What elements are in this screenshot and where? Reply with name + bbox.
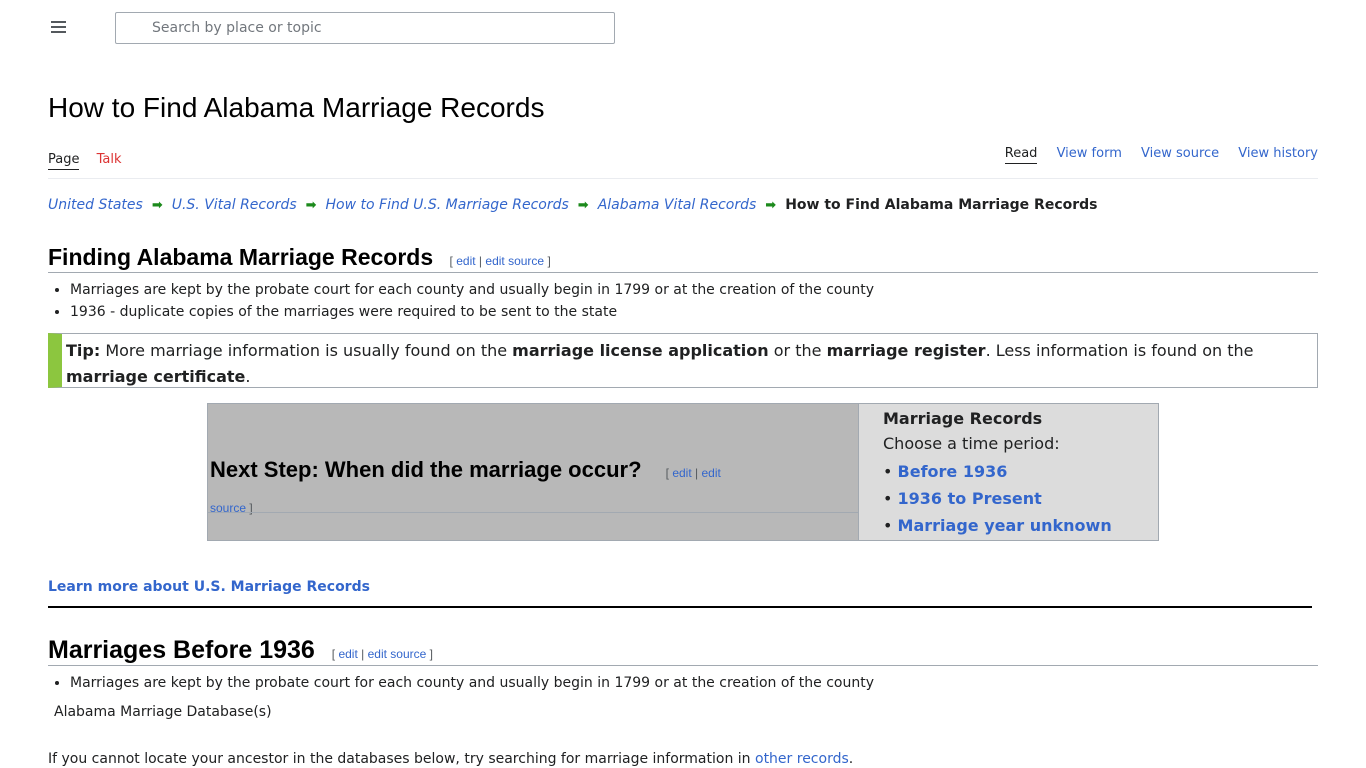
section-heading-before-1936: Marriages Before 1936 [ edit | edit sour… [48, 636, 433, 665]
intro-paragraph: If you cannot locate your ancestor in th… [48, 751, 853, 767]
breadcrumb-current: How to Find Alabama Marriage Records [785, 197, 1098, 213]
edit-source-link[interactable]: edit [702, 466, 721, 480]
next-step-left: Next Step: When did the marriage occur? … [208, 404, 858, 540]
hamburger-menu-icon[interactable] [50, 18, 70, 38]
edit-link[interactable]: edit [338, 647, 357, 661]
section-divider [48, 272, 1318, 273]
tip-box: Tip: More marriage information is usuall… [48, 333, 1318, 388]
tabs-divider [48, 178, 1318, 179]
arrow-right-icon: ➡ [765, 198, 777, 213]
tab-view-source[interactable]: View source [1141, 146, 1219, 161]
separator: | [478, 254, 483, 268]
breadcrumb-link[interactable]: United States [48, 197, 143, 213]
section-heading-finding: Finding Alabama Marriage Records [ edit … [48, 244, 551, 271]
tip-bold: marriage certificate [66, 367, 246, 386]
search-input[interactable] [115, 12, 615, 44]
edit-section-links: [ edit | edit source ] [332, 647, 433, 661]
list-item: Marriages are kept by the probate court … [70, 675, 874, 691]
section-heading-text: Finding Alabama Marriage Records [48, 244, 434, 270]
list-item: Marriages are kept by the probate court … [70, 282, 874, 298]
panel-title: Marriage Records [883, 409, 1043, 428]
separator: | [361, 647, 365, 661]
breadcrumb-link[interactable]: How to Find U.S. Marriage Records [326, 197, 569, 213]
namespace-tabs: Page Talk [48, 152, 135, 170]
paragraph-text: . [848, 751, 854, 767]
bracket: ] [429, 647, 434, 661]
breadcrumb-link[interactable]: U.S. Vital Records [172, 197, 297, 213]
time-period-option: • 1936 to Present [883, 489, 1042, 508]
section-heading-text: Marriages Before 1936 [48, 636, 315, 664]
next-step-heading: Next Step: When did the marriage occur? … [210, 454, 850, 524]
edit-source-link[interactable]: edit source [368, 647, 427, 661]
breadcrumb-link[interactable]: Alabama Vital Records [598, 197, 757, 213]
edit-link[interactable]: edit [672, 466, 691, 480]
top-bar [0, 0, 1366, 56]
tip-text: More marriage information is usually fou… [100, 341, 513, 360]
next-step-heading-text: Next Step: When did the marriage occur? [210, 457, 642, 482]
section1-bullet-list: Marriages are kept by the probate court … [48, 282, 874, 326]
next-step-box: Next Step: When did the marriage occur? … [207, 403, 1159, 541]
thick-divider [48, 606, 1312, 608]
arrow-right-icon: ➡ [577, 198, 589, 213]
database-label: Alabama Marriage Database(s) [54, 704, 272, 720]
section2-bullet-list: Marriages are kept by the probate court … [48, 675, 874, 697]
tab-page[interactable]: Page [48, 152, 80, 170]
page-title: How to Find Alabama Marriage Records [48, 92, 545, 123]
arrow-right-icon: ➡ [151, 198, 163, 213]
tab-talk[interactable]: Talk [97, 152, 122, 167]
bracket: ] [547, 254, 551, 268]
tip-text: or the [768, 341, 827, 360]
tip-text: . [245, 367, 251, 386]
marriage-records-panel: Marriage Records Choose a time period: •… [858, 404, 1158, 540]
tab-view-history[interactable]: View history [1238, 146, 1318, 161]
tab-read[interactable]: Read [1004, 146, 1038, 164]
tip-text: . Less information is found on the [985, 341, 1254, 360]
edit-section-links: [ edit | edit source ] [450, 254, 551, 268]
time-period-option: • Before 1936 [883, 462, 1008, 481]
tip-bold: marriage license application [512, 341, 769, 360]
time-period-option: • Marriage year unknown [883, 516, 1112, 535]
list-item: 1936 - duplicate copies of the marriages… [70, 304, 874, 320]
1936-to-present-link[interactable]: 1936 to Present [898, 489, 1042, 508]
tip-bold: marriage register [826, 341, 986, 360]
paragraph-text: If you cannot locate your ancestor in th… [48, 751, 755, 767]
bracket: [ [331, 647, 336, 661]
panel-subtitle: Choose a time period: [883, 434, 1060, 453]
tab-view-form[interactable]: View form [1057, 146, 1122, 161]
bracket: [ [665, 466, 669, 480]
section-divider [208, 512, 858, 513]
learn-more-link[interactable]: Learn more about U.S. Marriage Records [48, 579, 370, 595]
separator: | [695, 466, 699, 480]
marriage-year-unknown-link[interactable]: Marriage year unknown [898, 516, 1112, 535]
edit-source-link[interactable]: edit source [485, 254, 544, 268]
other-records-link[interactable]: other records [755, 751, 849, 767]
tip-label: Tip: [66, 341, 101, 360]
edit-link[interactable]: edit [456, 254, 475, 268]
arrow-right-icon: ➡ [305, 198, 317, 213]
bracket: [ [449, 254, 453, 268]
section-divider [48, 665, 1318, 666]
view-tabs: Read View form View source View history [990, 146, 1318, 164]
before-1936-link[interactable]: Before 1936 [898, 462, 1008, 481]
breadcrumb: United States ➡ U.S. Vital Records ➡ How to … [48, 197, 1098, 213]
